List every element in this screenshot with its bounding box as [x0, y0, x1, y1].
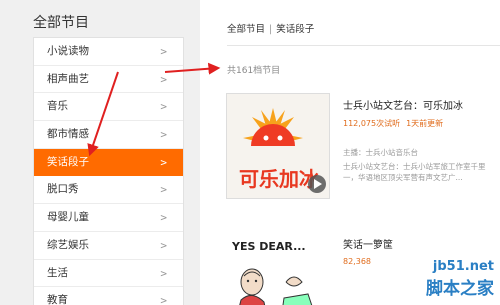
- chevron-right-icon: >: [160, 211, 167, 225]
- chevron-right-icon: >: [160, 183, 167, 197]
- menu-item-label: 脱口秀: [47, 183, 79, 196]
- program-host: 主播：士兵小站音乐台: [343, 148, 418, 157]
- menu-item-life[interactable]: 生活 >: [34, 260, 183, 288]
- chevron-right-icon: >: [160, 266, 167, 280]
- menu-item-variety[interactable]: 综艺娱乐 >: [34, 232, 183, 260]
- chevron-right-icon: >: [160, 155, 167, 169]
- program-description: 士兵小站文艺台：士兵小站军旅工作室千里一，华语地区顶尖军营有声文艺广...: [343, 162, 486, 182]
- cover-text: 可乐加冰: [239, 167, 320, 191]
- program-title[interactable]: 笑话一箩筐: [343, 236, 500, 251]
- sidebar-title: 全部节目: [33, 15, 89, 31]
- program-count: 共161档节目: [227, 66, 281, 76]
- chevron-right-icon: >: [160, 72, 167, 86]
- program-cover[interactable]: 可乐加冰: [226, 93, 330, 199]
- menu-item-label: 都市情感: [47, 128, 89, 141]
- watermark: jb51.net 脚本之家: [426, 259, 494, 299]
- cover-text: YES DEAR...: [231, 240, 306, 253]
- program-title[interactable]: 士兵小站文艺台：可乐加冰: [343, 97, 500, 112]
- menu-item-label: 小说读物: [47, 45, 89, 57]
- chevron-right-icon: >: [160, 238, 167, 252]
- watermark-site: jb51.net: [432, 259, 494, 274]
- menu-item-talk-show[interactable]: 脱口秀 >: [34, 176, 183, 205]
- chevron-right-icon: >: [160, 294, 167, 305]
- menu-item-label: 笑话段子: [47, 155, 89, 168]
- chevron-right-icon: >: [160, 128, 167, 142]
- menu-item-jokes[interactable]: 笑话段子 >: [34, 148, 183, 177]
- program-info: 士兵小站文艺台：可乐加冰 112,075次试听 1天前更新 主播：士兵小站音乐台 …: [343, 93, 500, 182]
- menu-item-label: 相声曲艺: [47, 72, 89, 85]
- breadcrumb-current: 笑话段子: [276, 24, 315, 35]
- category-menu: 小说读物 > 相声曲艺 > 音乐 > 都市情感 > 笑话段子 > 脱口秀 > 母婴儿童 > 综…: [33, 37, 184, 305]
- sidebar: 全部节目 小说读物 > 相声曲艺 > 音乐 > 都市情感 > 笑话段子 > 脱口秀 > 母婴…: [0, 0, 200, 305]
- chevron-right-icon: >: [160, 45, 167, 58]
- menu-item-label: 教育: [47, 294, 68, 305]
- menu-item-music[interactable]: 音乐 >: [34, 93, 183, 122]
- breadcrumb-separator: |: [269, 24, 273, 35]
- menu-item-label: 综艺娱乐: [47, 238, 89, 251]
- menu-item-label: 音乐: [47, 100, 68, 113]
- menu-item-novels[interactable]: 小说读物 >: [34, 38, 183, 66]
- menu-item-urban-emotion[interactable]: 都市情感 >: [34, 121, 183, 149]
- menu-item-label: 生活: [47, 266, 68, 279]
- breadcrumb: 全部节目 | 笑话段子: [227, 21, 314, 35]
- cartoon-cover-icon: YES DEAR...: [226, 232, 330, 305]
- play-count: 82,368: [343, 257, 371, 266]
- menu-item-kids[interactable]: 母婴儿童 >: [34, 204, 183, 232]
- watermark-name: 脚本之家: [426, 279, 494, 299]
- program-card[interactable]: 可乐加冰 士兵小站文艺台：可乐加冰 112,075次试听 1天前更新 主播：士兵小…: [226, 93, 500, 203]
- play-count: 112,075次试听: [343, 119, 401, 128]
- menu-item-crosstalk[interactable]: 相声曲艺 >: [34, 66, 183, 94]
- breadcrumb-root[interactable]: 全部节目: [227, 24, 265, 35]
- program-cover[interactable]: YES DEAR...: [226, 232, 330, 305]
- program-meta: 112,075次试听 1天前更新: [343, 118, 500, 129]
- update-time: 1天前更新: [406, 119, 444, 128]
- menu-item-label: 母婴儿童: [47, 211, 89, 224]
- sun-logo-icon: 可乐加冰: [227, 94, 329, 198]
- menu-item-education[interactable]: 教育 >: [34, 287, 183, 305]
- chevron-right-icon: >: [160, 100, 167, 114]
- divider: [227, 45, 500, 46]
